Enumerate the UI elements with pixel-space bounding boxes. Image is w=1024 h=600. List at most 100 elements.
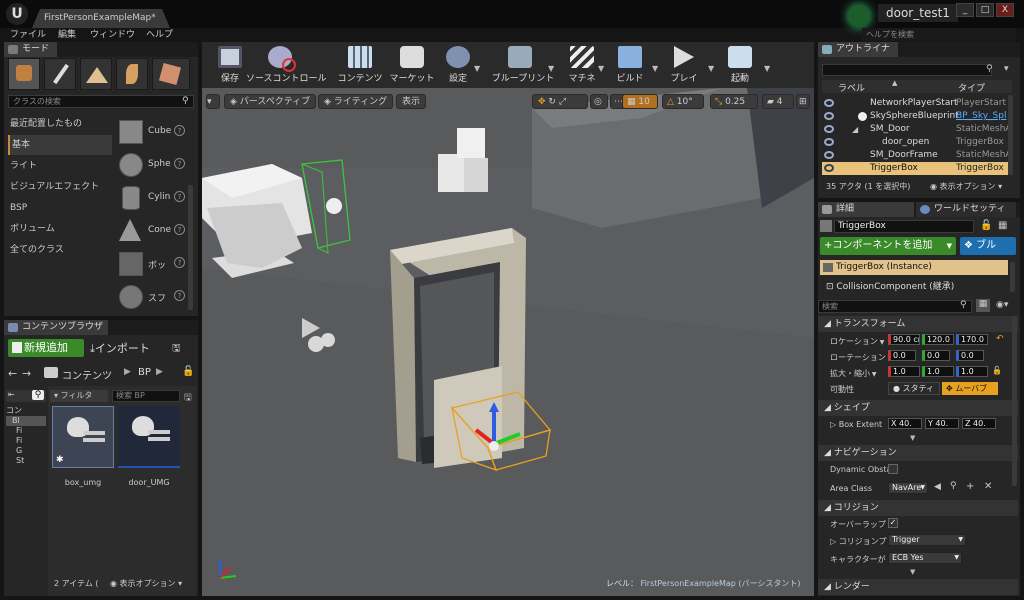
placeable-sphere-volume[interactable]: スフ? [116,282,188,312]
column-label[interactable]: ラベル [838,81,865,94]
lock-icon[interactable]: 🔓 [980,220,992,231]
path-bp[interactable]: BP [138,367,151,378]
rotation-snap-button[interactable]: △ 10° [662,94,704,109]
section-navigation[interactable]: ◢ ナビゲーション [818,445,1018,461]
menu-help[interactable]: ヘルプ [146,28,173,42]
rotation-y-field[interactable]: 0.0 [922,350,950,361]
scale-z-field[interactable]: 1.0 [956,366,988,377]
expand-arrow-icon[interactable]: ◢ [852,123,858,136]
launch-button[interactable]: 起動 [716,44,764,86]
property-matrix-icon[interactable]: ▦ [976,299,990,312]
tab-world-settings[interactable]: ワールドセッティ [916,202,1016,217]
rotation-z-field[interactable]: 0.0 [956,350,984,361]
perspective-button[interactable]: ◈ パースペクティブ [224,94,317,109]
placeable-box-volume[interactable]: ボッ? [116,249,188,279]
add-icon[interactable]: + [966,481,974,492]
section-collision[interactable]: ◢ コリジョン [818,500,1018,516]
minimize-button[interactable]: _ [956,3,974,17]
visibility-eye-icon[interactable] [824,112,834,120]
details-search-input[interactable]: 検索 [818,300,972,313]
visibility-eye-icon[interactable] [824,138,834,146]
tab-content-browser[interactable]: コンテンツブラウザ [4,320,108,335]
menu-file[interactable]: ファイル [10,28,46,42]
location-y-field[interactable]: 120.0 c [922,334,954,345]
asset-box-umg[interactable]: ✱ [52,406,114,468]
category-bsp[interactable]: BSP [8,198,112,218]
expand-advanced-icon[interactable]: ▼ [910,434,915,442]
scale-x-field[interactable]: 1.0 [888,366,920,377]
help-icon[interactable]: ? [174,158,185,169]
character-step-dropdown[interactable]: ECB Yes [888,552,962,564]
help-search-input[interactable]: ヘルプを検索 [862,28,1016,41]
maximize-button[interactable]: □ [976,3,994,17]
tree-folder[interactable]: Fi [6,426,46,436]
column-type[interactable]: タイプ [958,81,985,94]
visibility-eye-icon[interactable] [824,125,834,133]
location-x-field[interactable]: 90.0 cm [888,334,920,345]
location-z-field[interactable]: 170.0 c [956,334,988,345]
category-visual-effects[interactable]: ビジュアルエフェクト [8,177,112,197]
foliage-mode-button[interactable] [116,58,148,90]
path-content[interactable]: コンテンツ [62,367,112,382]
details-view-options-icon[interactable]: ◉▾ [996,300,1008,310]
placeable-cone[interactable]: Cone? [116,216,188,246]
lock-icon[interactable]: 🔓 [182,366,194,377]
asset-search-input[interactable]: 検索 BP [112,390,180,402]
overlap-checkbox[interactable]: ✓ [888,518,898,528]
world-local-icon[interactable]: ◎ [590,94,608,109]
tab-details[interactable]: 詳細 [818,202,914,217]
outliner-scrollbar[interactable] [1008,95,1013,175]
source-control-icon[interactable] [848,5,870,27]
save-search-icon[interactable]: 🖫 [184,390,192,406]
tree-folder[interactable]: St [6,456,46,466]
save-all-icon[interactable]: 🖫 [172,341,181,358]
box-extent-z-field[interactable]: Z 40. [962,418,996,429]
area-class-dropdown[interactable]: NavAre [888,482,928,494]
category-lights[interactable]: ライト [8,156,112,176]
launch-dropdown-icon[interactable]: ▼ [764,64,772,73]
collision-preset-label[interactable]: ▷ コリジョンプリ [830,536,894,547]
category-all-classes[interactable]: 全てのクラス [8,240,112,260]
filter-button[interactable]: ▾ フィルタ [50,390,108,402]
geometry-mode-button[interactable] [152,58,190,90]
back-arrow-icon[interactable]: ← [8,367,17,380]
help-icon[interactable]: ? [174,125,185,136]
paint-mode-button[interactable] [44,58,76,90]
tab-outliner[interactable]: アウトライナ [818,42,898,57]
rotate-icon[interactable]: ↻ [548,97,556,107]
landscape-mode-button[interactable] [80,58,112,90]
components-scrollbar[interactable] [1010,262,1015,292]
modes-scrollbar[interactable] [188,185,193,310]
menu-edit[interactable]: 編集 [58,28,76,42]
category-basic[interactable]: 基本 [8,135,112,155]
close-window-button[interactable]: X [996,3,1014,17]
tree-search-icon[interactable]: ⚲ [32,390,44,400]
tree-folder[interactable]: Fi [6,436,46,446]
visibility-eye-icon[interactable] [824,99,834,107]
lighting-mode-button[interactable]: ◈ ライティング [318,94,394,109]
outliner-row[interactable]: NetworkPlayerStart PlayerStart [822,97,1008,110]
add-new-button[interactable]: 新規追加 [8,339,84,357]
outliner-view-options-button[interactable]: ◉ 表示オプション ▾ [930,181,1002,192]
view-options-button[interactable]: ◉ 表示オプション ▾ [110,578,182,589]
section-shape[interactable]: ◢ シェイプ [818,400,1018,416]
grid-snap-button[interactable]: ▦ 10 [622,94,658,109]
viewport-options-button[interactable]: ▾ [206,94,220,109]
clear-icon[interactable]: ✕ [984,481,992,492]
box-extent-label[interactable]: ▷ Box Extent [830,420,882,429]
tree-folder[interactable]: Bl [6,416,46,426]
browse-arrow-icon[interactable]: ◀ [934,482,941,492]
outliner-settings-icon[interactable]: ▾ [1004,64,1009,74]
map-document-tab[interactable]: FirstPersonExampleMap* [32,9,170,28]
outliner-search-input[interactable] [822,64,992,76]
reset-arrow-icon[interactable]: ↶ [996,334,1004,344]
search-icon[interactable]: ⚲ [950,481,957,491]
section-transform[interactable]: ◢ トランスフォーム [818,316,1018,332]
expand-advanced-icon[interactable]: ▼ [910,568,915,576]
collision-component-row[interactable]: ⊡ CollisionComponent (継承) [826,279,954,292]
category-volumes[interactable]: ボリューム [8,219,112,239]
source-control-button[interactable]: ソースコントロール [246,44,327,86]
box-extent-x-field[interactable]: X 40. [888,418,922,429]
show-button[interactable]: 表示 [396,94,427,109]
help-icon[interactable]: ? [174,224,185,235]
